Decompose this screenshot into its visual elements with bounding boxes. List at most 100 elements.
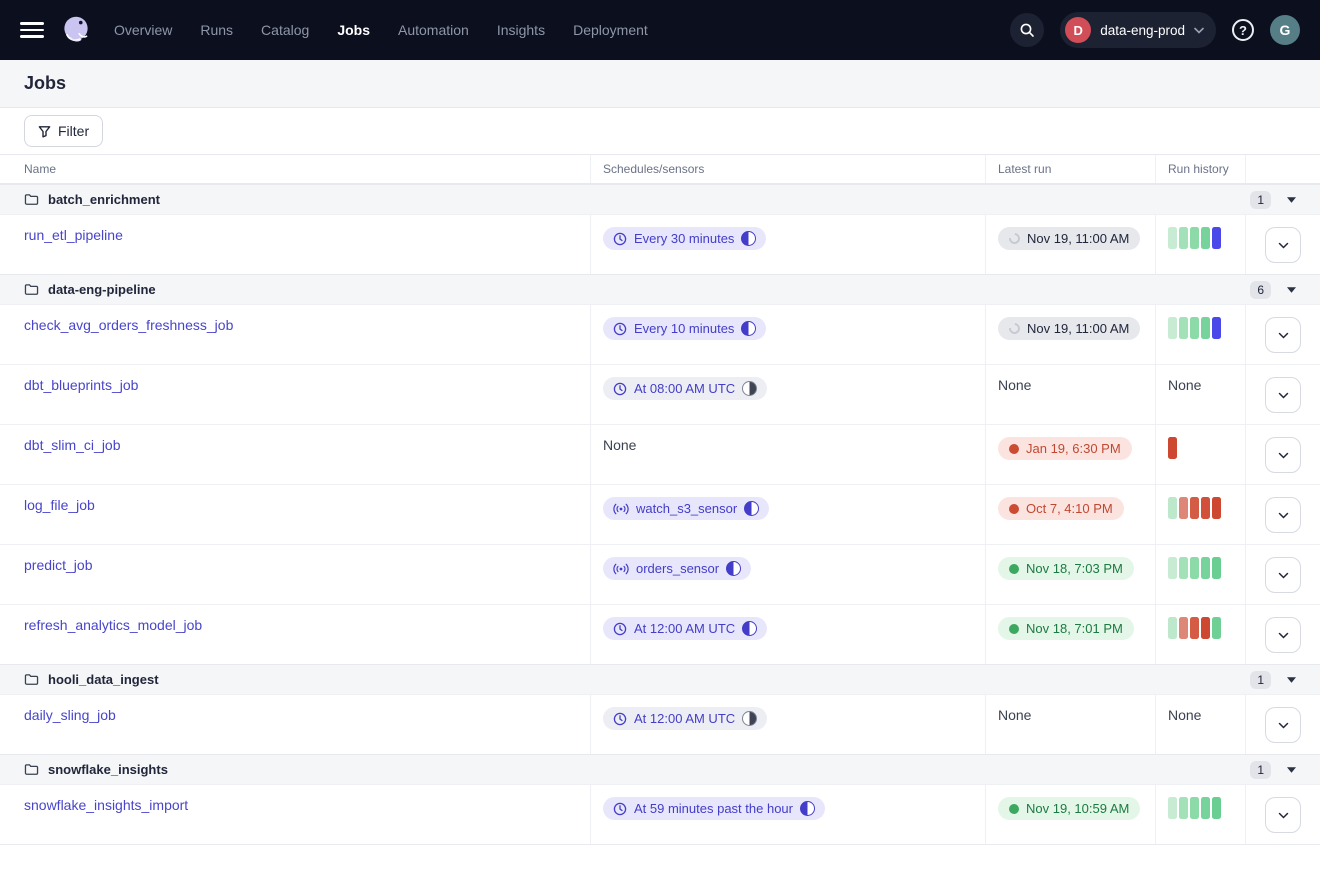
actions-cell [1245,545,1320,604]
job-link[interactable]: snowflake_insights_import [24,797,188,813]
latest-run-time: Nov 18, 7:01 PM [1026,621,1123,636]
group-collapse-button[interactable] [1285,765,1298,775]
job-link[interactable]: run_etl_pipeline [24,227,123,243]
filter-button[interactable]: Filter [24,115,103,147]
run-history-bar[interactable] [1168,557,1177,579]
help-icon[interactable]: ? [1232,19,1254,41]
nav-item-automation[interactable]: Automation [398,22,469,38]
job-link[interactable]: dbt_slim_ci_job [24,437,121,453]
schedule-badge[interactable]: Every 30 minutes [603,227,766,250]
run-history-bar[interactable] [1168,227,1177,249]
toggle-on-icon[interactable] [741,321,756,336]
run-history-bar[interactable] [1190,227,1199,249]
group-collapse-button[interactable] [1285,195,1298,205]
nav-item-insights[interactable]: Insights [497,22,545,38]
schedule-badge[interactable]: Every 10 minutes [603,317,766,340]
job-actions-expand-button[interactable] [1265,617,1301,653]
run-history-bar[interactable] [1190,617,1199,639]
toggle-on-icon[interactable] [744,501,759,516]
run-history-bar[interactable] [1168,497,1177,519]
run-history-bar[interactable] [1168,617,1177,639]
latest-run-pill[interactable]: Nov 19, 11:00 AM [998,227,1140,250]
hamburger-icon[interactable] [20,22,44,38]
run-history-bar[interactable] [1201,317,1210,339]
run-history-bar[interactable] [1179,797,1188,819]
group-row-header[interactable]: batch_enrichment [24,192,160,207]
job-name-cell: dbt_slim_ci_job [0,425,590,484]
group-row-header[interactable]: snowflake_insights [24,762,168,777]
nav-item-runs[interactable]: Runs [200,22,233,38]
latest-run-cell: Jan 19, 6:30 PM [985,425,1155,484]
job-link[interactable]: daily_sling_job [24,707,116,723]
latest-run-pill[interactable]: Oct 7, 4:10 PM [998,497,1124,520]
job-link[interactable]: dbt_blueprints_job [24,377,138,393]
jobs-table-body: batch_enrichment 1 run_etl_pipeline Every 3… [0,184,1320,844]
run-history-bar[interactable] [1201,227,1210,249]
run-history-bar[interactable] [1201,497,1210,519]
run-history-bar[interactable] [1212,227,1221,249]
run-history-bar[interactable] [1190,557,1199,579]
group-collapse-button[interactable] [1285,285,1298,295]
run-history-bar[interactable] [1179,557,1188,579]
run-history-bar[interactable] [1168,317,1177,339]
group-row-header[interactable]: hooli_data_ingest [24,672,159,687]
group-row-header[interactable]: data-eng-pipeline [24,282,156,297]
workspace-switcher[interactable]: D data-eng-prod [1060,12,1216,48]
run-history-bar[interactable] [1168,437,1177,459]
run-history-bar[interactable] [1179,497,1188,519]
schedule-badge[interactable]: At 59 minutes past the hour [603,797,825,820]
schedule-badge[interactable]: At 08:00 AM UTC [603,377,767,400]
toggle-on-icon[interactable] [742,621,757,636]
toggle-on-icon[interactable] [741,231,756,246]
toggle-off-icon[interactable] [742,381,757,396]
run-history-bar[interactable] [1212,317,1221,339]
schedule-badge[interactable]: At 12:00 AM UTC [603,617,767,640]
run-history-bar[interactable] [1179,317,1188,339]
run-history-bar[interactable] [1212,497,1221,519]
toggle-on-icon[interactable] [726,561,741,576]
run-history-bar[interactable] [1190,317,1199,339]
nav-item-catalog[interactable]: Catalog [261,22,309,38]
sensor-badge[interactable]: watch_s3_sensor [603,497,769,520]
group-collapse-button[interactable] [1285,675,1298,685]
nav-item-jobs[interactable]: Jobs [337,22,370,38]
run-history-bar[interactable] [1212,557,1221,579]
job-actions-expand-button[interactable] [1265,377,1301,413]
latest-run-pill[interactable]: Jan 19, 6:30 PM [998,437,1132,460]
job-actions-expand-button[interactable] [1265,317,1301,353]
job-link[interactable]: refresh_analytics_model_job [24,617,202,633]
job-actions-expand-button[interactable] [1265,437,1301,473]
latest-run-pill[interactable]: Nov 19, 11:00 AM [998,317,1140,340]
job-actions-expand-button[interactable] [1265,797,1301,833]
nav-item-overview[interactable]: Overview [114,22,172,38]
schedule-badge[interactable]: At 12:00 AM UTC [603,707,767,730]
job-actions-expand-button[interactable] [1265,557,1301,593]
avatar[interactable]: G [1270,15,1300,45]
job-link[interactable]: check_avg_orders_freshness_job [24,317,233,333]
job-actions-expand-button[interactable] [1265,707,1301,743]
latest-run-pill[interactable]: Nov 19, 10:59 AM [998,797,1140,820]
latest-run-pill[interactable]: Nov 18, 7:03 PM [998,557,1134,580]
run-history-bar[interactable] [1201,797,1210,819]
run-history-bar[interactable] [1212,797,1221,819]
toggle-on-icon[interactable] [800,801,815,816]
run-history-bar[interactable] [1168,797,1177,819]
latest-run-pill[interactable]: Nov 18, 7:01 PM [998,617,1134,640]
job-actions-expand-button[interactable] [1265,497,1301,533]
run-history-bar[interactable] [1212,617,1221,639]
toggle-off-icon[interactable] [742,711,757,726]
run-history-bar[interactable] [1190,797,1199,819]
nav-item-deployment[interactable]: Deployment [573,22,648,38]
run-history-bar[interactable] [1190,497,1199,519]
run-history-bar[interactable] [1179,227,1188,249]
job-actions-expand-button[interactable] [1265,227,1301,263]
group-row-controls: 1 [1250,761,1298,779]
run-history-bar[interactable] [1201,557,1210,579]
run-history-bar[interactable] [1201,617,1210,639]
sensor-badge[interactable]: orders_sensor [603,557,751,580]
search-button[interactable] [1010,13,1044,47]
run-history-bar[interactable] [1179,617,1188,639]
job-link[interactable]: predict_job [24,557,93,573]
job-link[interactable]: log_file_job [24,497,95,513]
dagster-octopus-logo[interactable] [58,12,94,48]
